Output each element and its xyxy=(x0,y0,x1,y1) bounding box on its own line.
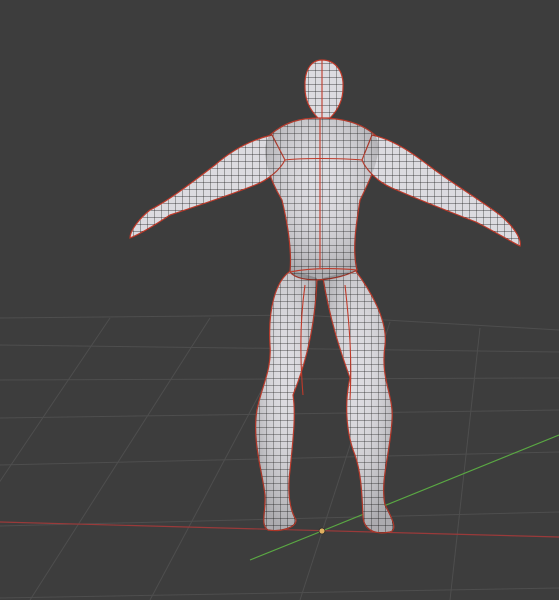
mesh-shading xyxy=(255,118,394,533)
y-axis-line-back xyxy=(249,530,323,561)
character-mesh[interactable] xyxy=(129,59,521,534)
right-arm[interactable] xyxy=(361,134,521,247)
head[interactable] xyxy=(304,59,344,119)
origin-marker[interactable] xyxy=(318,527,326,535)
left-arm[interactable] xyxy=(129,134,286,239)
3d-viewport[interactable] xyxy=(0,0,559,600)
viewport-canvas[interactable] xyxy=(0,0,559,600)
